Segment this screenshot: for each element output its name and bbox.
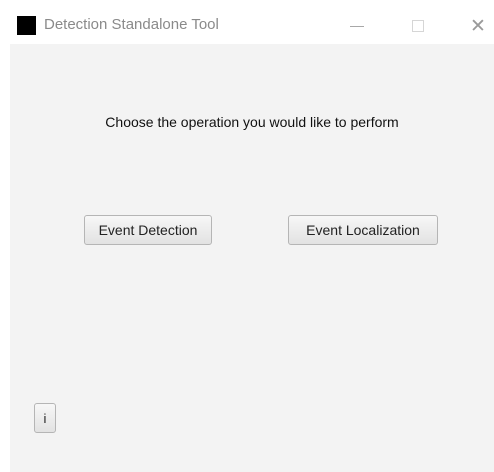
- close-button[interactable]: ✕: [458, 8, 494, 44]
- event-detection-button[interactable]: Event Detection: [84, 215, 212, 245]
- maximize-button[interactable]: [398, 8, 438, 44]
- minimize-icon: [350, 25, 364, 27]
- app-window: Detection Standalone Tool ✕ Choose the o…: [0, 0, 494, 472]
- title-bar[interactable]: Detection Standalone Tool ✕: [0, 0, 494, 44]
- window-title: Detection Standalone Tool: [44, 16, 219, 33]
- event-localization-button[interactable]: Event Localization: [288, 215, 438, 245]
- main-panel: Choose the operation you would like to p…: [10, 44, 494, 472]
- close-icon: ✕: [470, 14, 486, 37]
- app-icon: [17, 16, 36, 35]
- minimize-button[interactable]: [337, 8, 377, 44]
- info-button[interactable]: i: [34, 403, 56, 433]
- operation-prompt: Choose the operation you would like to p…: [105, 114, 399, 130]
- maximize-icon: [412, 20, 424, 32]
